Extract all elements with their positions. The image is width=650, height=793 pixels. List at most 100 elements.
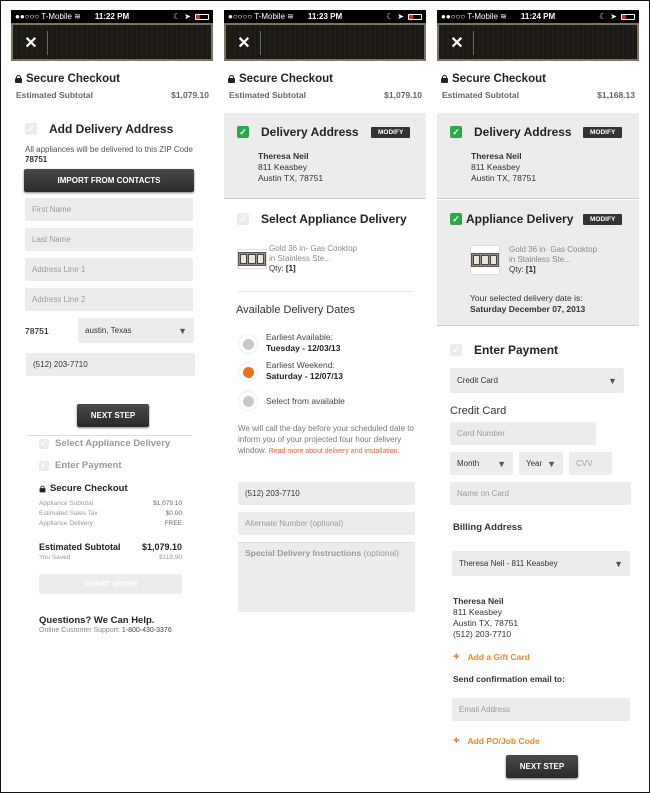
cooktop-image xyxy=(237,249,267,269)
step-enter-payment: ✓ Enter Payment xyxy=(450,343,558,357)
radio-button[interactable] xyxy=(239,335,257,353)
status-bar: ●●○○○ T-Mobile ≋ 11:22 PM ☾ ➤ xyxy=(11,10,213,23)
date-option-select-from-available[interactable]: Select from available xyxy=(239,392,345,410)
address-city: Austin TX, 78751 xyxy=(471,173,537,183)
zip-label: 78751 xyxy=(25,326,49,336)
radio-button[interactable] xyxy=(239,392,257,410)
lock-icon xyxy=(39,485,46,492)
add-gift-card-link[interactable]: + Add a Gift Card xyxy=(453,651,530,663)
zip-note: All appliances will be delivered to this… xyxy=(25,145,193,165)
delivery-address-heading: ✓ Delivery Address xyxy=(450,125,572,139)
dates-title: Available Delivery Dates xyxy=(236,304,356,316)
year-select[interactable]: Year ▼ xyxy=(519,452,563,475)
lock-icon xyxy=(228,75,235,83)
nav-bar: ✕ xyxy=(11,23,213,61)
modify-delivery-button[interactable]: MODIFY xyxy=(583,214,623,225)
lock-icon xyxy=(15,75,22,83)
phone-input[interactable]: (512) 203-7710 xyxy=(238,482,415,505)
battery-icon xyxy=(408,13,422,20)
submit-order-button[interactable]: SUBMIT ORDER xyxy=(39,574,182,594)
checkbox-icon: ✓ xyxy=(237,213,249,225)
qty-value: [1] xyxy=(525,265,536,274)
clock: 11:23 PM xyxy=(307,12,343,21)
import-from-contacts-button[interactable]: IMPORT FROM CONTACTS xyxy=(24,169,194,192)
step-title: Enter Payment xyxy=(55,460,122,471)
payment-method-value: Credit Card xyxy=(457,376,498,385)
alternate-number-input[interactable]: Alternate Number (optional) xyxy=(238,512,415,535)
email-input[interactable]: Email Address xyxy=(452,698,630,721)
chevron-down-icon: ▼ xyxy=(608,375,617,386)
address-street: 811 Keasbey xyxy=(258,162,307,172)
first-name-input[interactable]: First Name xyxy=(25,198,193,221)
step-select-appliance-delivery: ✓ Select Appliance Delivery xyxy=(237,212,407,226)
last-name-input[interactable]: Last Name xyxy=(25,228,193,251)
checkbox-icon: ✓ xyxy=(39,438,49,449)
billing-select-value: Theresa Neil - 811 Keasbey xyxy=(459,559,558,568)
subtotal-label: Estimated Subtotal xyxy=(16,90,93,100)
modify-address-button[interactable]: MODIFY xyxy=(583,127,623,138)
step-title: Delivery Address xyxy=(261,125,359,139)
close-icon[interactable]: ✕ xyxy=(19,31,43,55)
special-instructions-textarea[interactable]: Special Delivery Instructions (optional) xyxy=(238,542,415,612)
subtotal-value: $1,079.10 xyxy=(384,90,422,100)
phone-screen-enter-payment: ●●○○○ T-Mobile ≋ 11:24 PM ☾ ➤ ✕ Secure Ch… xyxy=(437,10,639,790)
address-line-2-input[interactable]: Address Line 2 xyxy=(25,288,193,311)
support-phone-link[interactable]: 1-800-430-3376 xyxy=(122,627,172,634)
po-code-label: Add PO/Job Code xyxy=(467,736,540,746)
address-name: Theresa Neil xyxy=(471,151,522,161)
radio-button-selected[interactable] xyxy=(239,363,257,381)
selected-date-value: Saturday December 07, 2013 xyxy=(470,304,586,314)
modify-address-button[interactable]: MODIFY xyxy=(371,127,411,138)
card-number-input[interactable]: Card Number xyxy=(450,422,596,445)
chevron-down-icon: ▼ xyxy=(497,458,506,469)
secure-checkout-label: Secure Checkout xyxy=(26,73,120,85)
close-icon[interactable]: ✕ xyxy=(232,31,256,55)
battery-icon xyxy=(195,13,209,20)
billing-name: Theresa Neil xyxy=(453,596,504,606)
date-option-weekend[interactable]: Earliest Weekend: Saturday - 12/07/13 xyxy=(239,360,343,382)
qty-label: Qty: xyxy=(509,265,524,274)
billing-address-heading: Billing Address xyxy=(453,522,523,533)
battery-icon xyxy=(621,13,635,20)
support-label: Online Customer Support: xyxy=(39,627,120,634)
address-line-1-input[interactable]: Address Line 1 xyxy=(25,258,193,281)
summary-row: Appliance Delivery FREE xyxy=(39,520,182,527)
cvv-input[interactable]: CVV xyxy=(569,452,612,475)
read-more-link[interactable]: Read more about delivery and installatio… xyxy=(269,448,400,455)
email-label: Send confirmation email to: xyxy=(453,674,565,684)
subtotal-row: Estimated Subtotal $1,079.10 xyxy=(11,85,213,100)
option-date: Tuesday - 12/03/13 xyxy=(266,343,341,353)
delivery-address-card: ✓ Delivery Address MODIFY Theresa Neil 8… xyxy=(224,113,426,199)
phone-input[interactable]: (512) 203-7710 xyxy=(26,353,195,376)
row-label: Estimated Sales Tax xyxy=(39,510,98,517)
nav-bar: ✕ xyxy=(224,23,426,61)
secure-checkout-label: Secure Checkout xyxy=(239,73,333,85)
secure-checkout-heading: Secure Checkout xyxy=(437,61,639,85)
date-option-text: Earliest Weekend: Saturday - 12/07/13 xyxy=(266,360,343,382)
chevron-down-icon: ▼ xyxy=(178,325,187,336)
date-option-earliest[interactable]: Earliest Available: Tuesday - 12/03/13 xyxy=(239,332,341,354)
zip-note-text: All appliances will be delivered to this… xyxy=(25,145,193,154)
name-on-card-input[interactable]: Name on Card xyxy=(450,482,631,505)
row-value: $1,079.10 xyxy=(153,500,182,507)
plus-icon: + xyxy=(453,651,460,663)
delivery-address-card: ✓ Delivery Address MODIFY Theresa Neil 8… xyxy=(437,113,639,199)
next-step-button[interactable]: NEXT STEP xyxy=(506,755,578,778)
billing-phone: (512) 203-7710 xyxy=(453,629,512,639)
checkbox-checked-icon: ✓ xyxy=(450,213,462,225)
nav-divider xyxy=(260,31,261,55)
next-step-button[interactable]: NEXT STEP xyxy=(77,404,149,427)
close-icon[interactable]: ✕ xyxy=(445,31,469,55)
payment-method-select[interactable]: Credit Card ▼ xyxy=(450,368,624,393)
address-name: Theresa Neil xyxy=(258,151,309,161)
instructions-placeholder: Special Delivery Instructions xyxy=(245,548,362,558)
call-note: We will call the day before your schedul… xyxy=(238,423,418,457)
secure-checkout-label: Secure Checkout xyxy=(452,73,546,85)
row-value: FREE xyxy=(164,520,182,527)
estimated-subtotal-row: Estimated Subtotal $1,079.10 xyxy=(39,542,182,552)
billing-address-select[interactable]: Theresa Neil - 811 Keasbey ▼ xyxy=(452,551,630,576)
estimated-label: Estimated Subtotal xyxy=(39,542,121,552)
add-po-job-code-link[interactable]: + Add PO/Job Code xyxy=(453,735,540,747)
month-select[interactable]: Month ▼ xyxy=(450,452,513,475)
city-state-select[interactable]: austin, Texas ▼ xyxy=(78,318,194,343)
